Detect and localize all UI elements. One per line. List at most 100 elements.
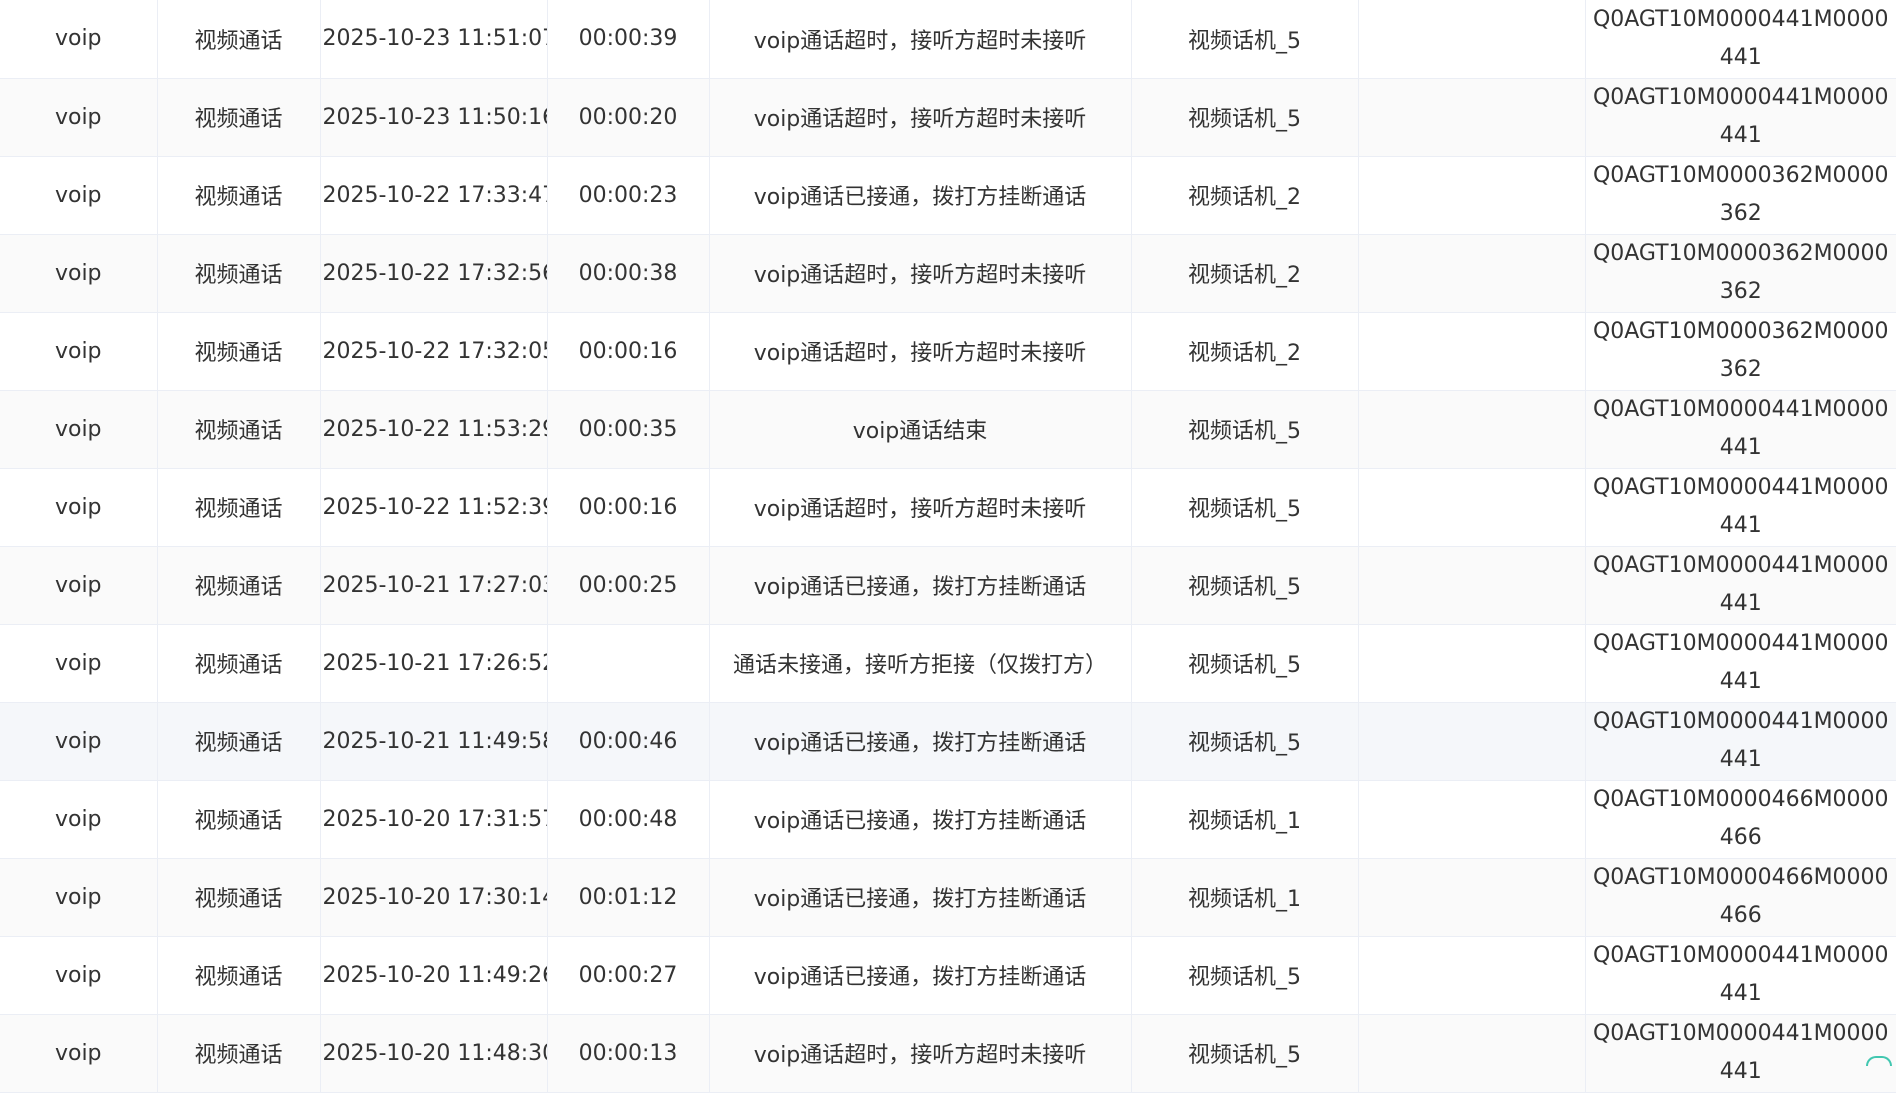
cell-extra [1358, 546, 1586, 625]
table-row[interactable]: voip 视频通话 2025-10-20 17:31:57 00:00:48 v… [0, 780, 1896, 859]
cell-device: 视频话机_5 [1131, 468, 1359, 547]
cell-start-time: 2025-10-21 17:26:52 [320, 624, 548, 703]
cell-call-type: 视频通话 [157, 78, 321, 157]
cell-extra [1358, 0, 1586, 79]
cell-start-time: 2025-10-22 17:32:56 [320, 234, 548, 313]
cell-status: voip通话已接通，拨打方挂断通话 [709, 858, 1132, 937]
cell-device-id: Q0AGT10M0000466M0000466 [1585, 780, 1896, 859]
cell-protocol: voip [0, 0, 158, 79]
cell-duration: 00:00:39 [547, 0, 710, 79]
cell-duration: 00:00:48 [547, 780, 710, 859]
cell-duration: 00:00:13 [547, 1014, 710, 1093]
cell-duration: 00:00:35 [547, 390, 710, 469]
cell-duration: 00:00:38 [547, 234, 710, 313]
cell-protocol: voip [0, 858, 158, 937]
cell-device: 视频话机_5 [1131, 546, 1359, 625]
cell-status: voip通话超时，接听方超时未接听 [709, 312, 1132, 391]
table-row[interactable]: voip 视频通话 2025-10-20 11:48:30 00:00:13 v… [0, 1014, 1896, 1093]
cell-status: voip通话已接通，拨打方挂断通话 [709, 156, 1132, 235]
cell-duration: 00:01:12 [547, 858, 710, 937]
cell-protocol: voip [0, 702, 158, 781]
cell-device-id: Q0AGT10M0000362M0000362 [1585, 234, 1896, 313]
cell-start-time: 2025-10-20 17:31:57 [320, 780, 548, 859]
cell-device: 视频话机_1 [1131, 780, 1359, 859]
cell-extra [1358, 1014, 1586, 1093]
table-row[interactable]: voip 视频通话 2025-10-22 17:32:05 00:00:16 v… [0, 312, 1896, 391]
cell-device: 视频话机_5 [1131, 936, 1359, 1015]
cell-protocol: voip [0, 390, 158, 469]
cell-device: 视频话机_5 [1131, 702, 1359, 781]
cell-start-time: 2025-10-22 11:52:39 [320, 468, 548, 547]
cell-device: 视频话机_5 [1131, 624, 1359, 703]
cell-call-type: 视频通话 [157, 390, 321, 469]
table-row[interactable]: voip 视频通话 2025-10-20 11:49:26 00:00:27 v… [0, 936, 1896, 1015]
cell-status: voip通话结束 [709, 390, 1132, 469]
cell-start-time: 2025-10-20 17:30:14 [320, 858, 548, 937]
call-record-table-body: voip 视频通话 2025-10-23 11:51:07 00:00:39 v… [0, 0, 1896, 1093]
cell-device-id: Q0AGT10M0000441M0000441 [1585, 624, 1896, 703]
table-row[interactable]: voip 视频通话 2025-10-22 17:32:56 00:00:38 v… [0, 234, 1896, 313]
cell-call-type: 视频通话 [157, 702, 321, 781]
cell-status: voip通话超时，接听方超时未接听 [709, 1014, 1132, 1093]
cell-extra [1358, 234, 1586, 313]
cell-call-type: 视频通话 [157, 468, 321, 547]
cell-start-time: 2025-10-22 17:32:05 [320, 312, 548, 391]
scroll-to-top-indicator[interactable] [1866, 1056, 1892, 1066]
table-row[interactable]: voip 视频通话 2025-10-21 17:27:03 00:00:25 v… [0, 546, 1896, 625]
cell-device-id: Q0AGT10M0000362M0000362 [1585, 156, 1896, 235]
cell-extra [1358, 702, 1586, 781]
cell-status: voip通话超时，接听方超时未接听 [709, 468, 1132, 547]
cell-protocol: voip [0, 780, 158, 859]
cell-call-type: 视频通话 [157, 858, 321, 937]
cell-device-id: Q0AGT10M0000441M0000441 [1585, 468, 1896, 547]
cell-device-id: Q0AGT10M0000441M0000441 [1585, 0, 1896, 79]
cell-duration: 00:00:16 [547, 312, 710, 391]
cell-status: voip通话超时，接听方超时未接听 [709, 234, 1132, 313]
table-row[interactable]: voip 视频通话 2025-10-20 17:30:14 00:01:12 v… [0, 858, 1896, 937]
cell-call-type: 视频通话 [157, 312, 321, 391]
cell-status: voip通话已接通，拨打方挂断通话 [709, 780, 1132, 859]
cell-device: 视频话机_2 [1131, 156, 1359, 235]
cell-extra [1358, 312, 1586, 391]
cell-extra [1358, 780, 1586, 859]
cell-device-id: Q0AGT10M0000441M0000441 [1585, 702, 1896, 781]
cell-duration [547, 624, 710, 703]
call-record-table: voip 视频通话 2025-10-23 11:51:07 00:00:39 v… [0, 0, 1896, 1093]
cell-call-type: 视频通话 [157, 546, 321, 625]
table-row[interactable]: voip 视频通话 2025-10-23 11:50:16 00:00:20 v… [0, 78, 1896, 157]
table-row[interactable]: voip 视频通话 2025-10-21 11:49:58 00:00:46 v… [0, 702, 1896, 781]
cell-device-id: Q0AGT10M0000441M0000441 [1585, 546, 1896, 625]
table-row[interactable]: voip 视频通话 2025-10-22 11:53:29 00:00:35 v… [0, 390, 1896, 469]
cell-device: 视频话机_2 [1131, 234, 1359, 313]
cell-extra [1358, 936, 1586, 1015]
cell-status: voip通话已接通，拨打方挂断通话 [709, 546, 1132, 625]
cell-start-time: 2025-10-20 11:49:26 [320, 936, 548, 1015]
cell-extra [1358, 78, 1586, 157]
cell-device-id: Q0AGT10M0000441M0000441 [1585, 1014, 1896, 1093]
cell-call-type: 视频通话 [157, 0, 321, 79]
cell-status: 通话未接通，接听方拒接（仅拨打方） [709, 624, 1132, 703]
cell-duration: 00:00:20 [547, 78, 710, 157]
cell-status: voip通话已接通，拨打方挂断通话 [709, 936, 1132, 1015]
cell-device: 视频话机_5 [1131, 78, 1359, 157]
cell-device: 视频话机_5 [1131, 390, 1359, 469]
cell-device: 视频话机_5 [1131, 0, 1359, 79]
cell-duration: 00:00:46 [547, 702, 710, 781]
cell-device: 视频话机_2 [1131, 312, 1359, 391]
cell-duration: 00:00:25 [547, 546, 710, 625]
cell-call-type: 视频通话 [157, 936, 321, 1015]
cell-protocol: voip [0, 234, 158, 313]
cell-start-time: 2025-10-21 17:27:03 [320, 546, 548, 625]
cell-device-id: Q0AGT10M0000466M0000466 [1585, 858, 1896, 937]
cell-status: voip通话超时，接听方超时未接听 [709, 78, 1132, 157]
cell-start-time: 2025-10-20 11:48:30 [320, 1014, 548, 1093]
table-row[interactable]: voip 视频通话 2025-10-22 11:52:39 00:00:16 v… [0, 468, 1896, 547]
cell-start-time: 2025-10-23 11:51:07 [320, 0, 548, 79]
cell-device: 视频话机_5 [1131, 1014, 1359, 1093]
cell-extra [1358, 468, 1586, 547]
table-row[interactable]: voip 视频通话 2025-10-23 11:51:07 00:00:39 v… [0, 0, 1896, 79]
table-row[interactable]: voip 视频通话 2025-10-22 17:33:47 00:00:23 v… [0, 156, 1896, 235]
cell-protocol: voip [0, 546, 158, 625]
table-row[interactable]: voip 视频通话 2025-10-21 17:26:52 通话未接通，接听方拒… [0, 624, 1896, 703]
cell-protocol: voip [0, 468, 158, 547]
